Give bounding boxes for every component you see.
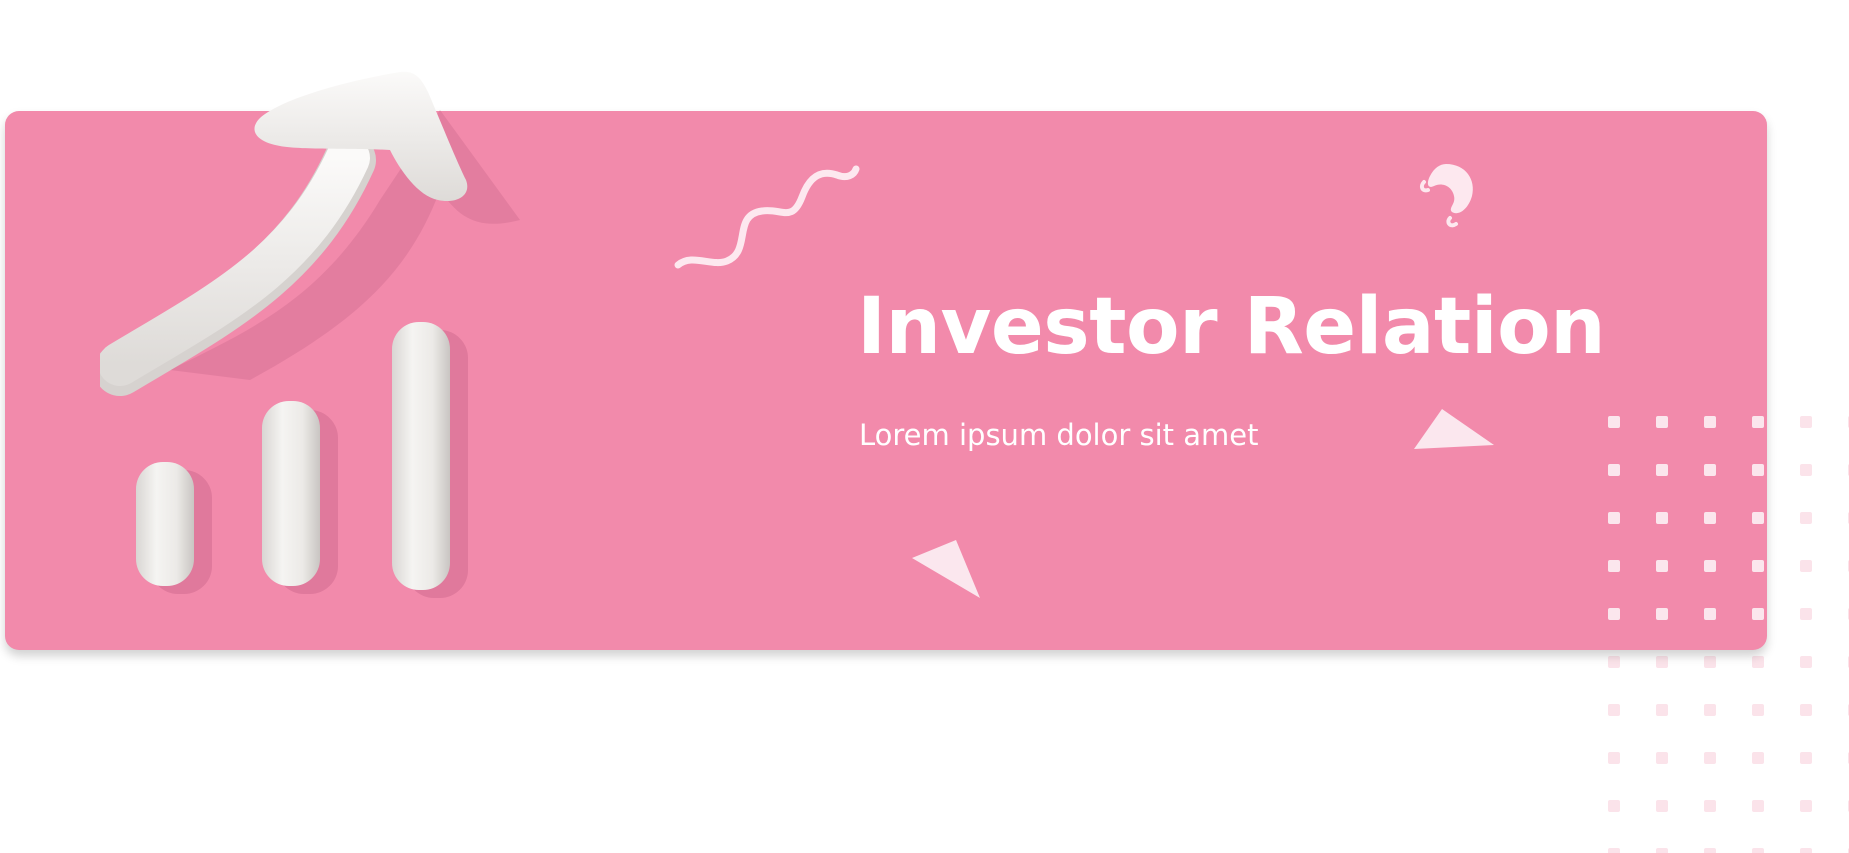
growth-chart-arrow-icon: [100, 71, 520, 598]
dot-grid-pattern-overlay: [1608, 416, 1767, 650]
squiggle-icon: [674, 165, 860, 269]
triangle-icon: [912, 540, 980, 598]
slide-page: Investor Relation Lorem ipsum dolor sit …: [0, 0, 1849, 853]
swirl-icon: [1419, 164, 1473, 228]
page-title: Investor Relation: [857, 282, 1606, 372]
page-subtitle: Lorem ipsum dolor sit amet: [859, 418, 1259, 452]
triangle-icon: [1414, 409, 1494, 449]
